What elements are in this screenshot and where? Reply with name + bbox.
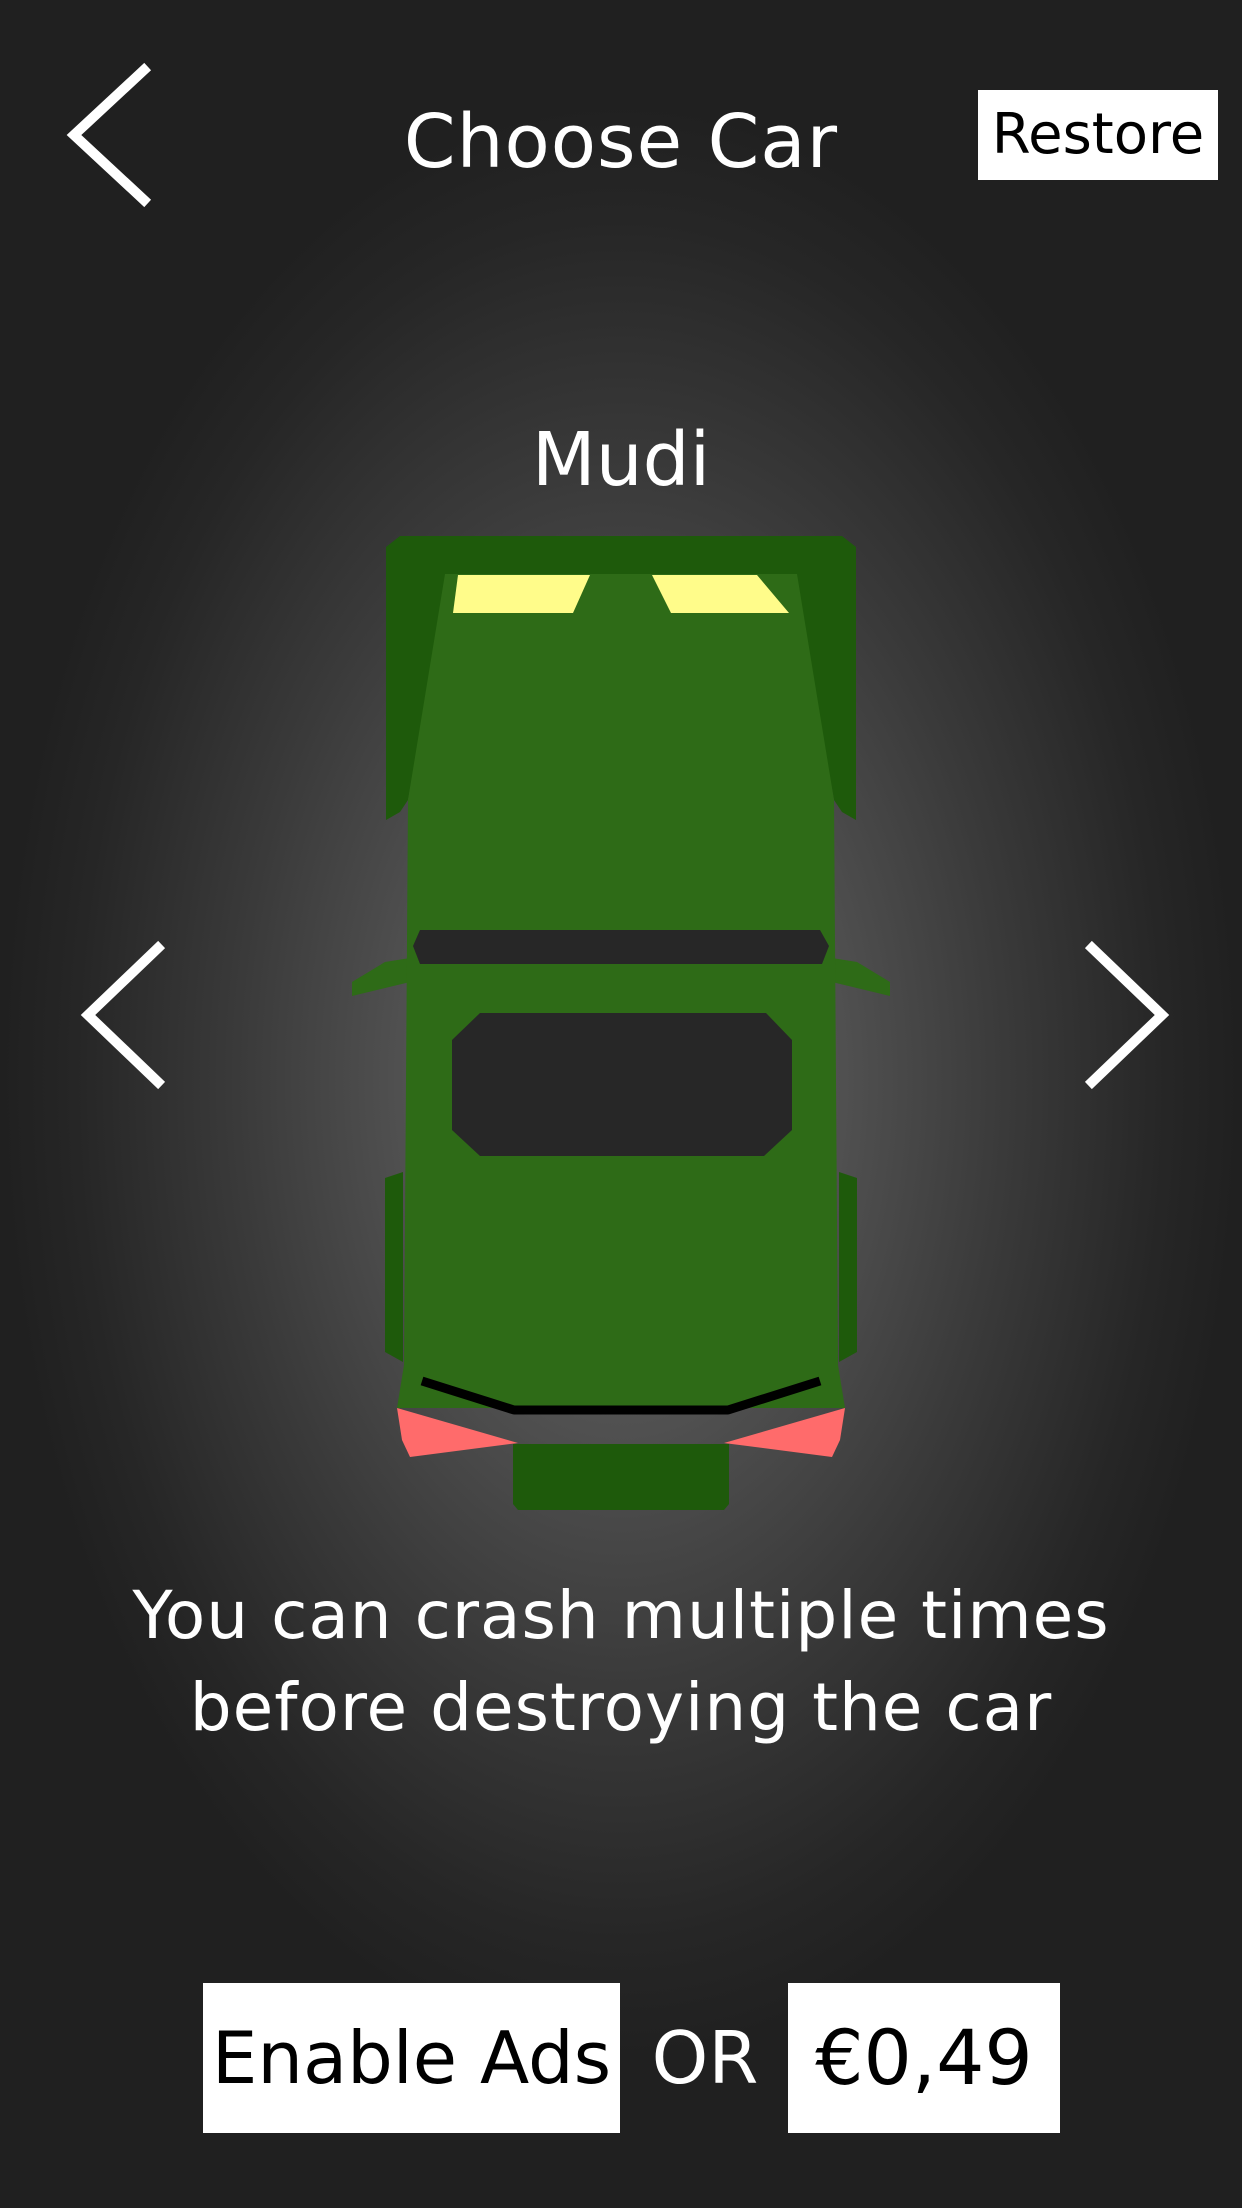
enable-ads-button[interactable]: Enable Ads <box>203 1983 620 2133</box>
car-front-bumper <box>400 536 842 575</box>
previous-car-button[interactable] <box>78 940 178 1090</box>
car-mirror-left <box>352 958 410 996</box>
car-rear-window <box>452 1013 792 1156</box>
or-label: OR <box>651 2016 759 2100</box>
car-mirror-right <box>832 958 890 996</box>
car-taillight-right <box>724 1408 845 1457</box>
car-windshield <box>413 930 829 964</box>
next-car-button[interactable] <box>1072 940 1172 1090</box>
car-description: You can crash multiple times before dest… <box>0 1570 1242 1754</box>
restore-button[interactable]: Restore <box>978 90 1218 180</box>
car-description-line-1: You can crash multiple times <box>132 1577 1110 1654</box>
car-rear-panel-left <box>385 1172 403 1362</box>
car-rear-panel-right <box>839 1172 857 1362</box>
car-illustration <box>352 536 890 1510</box>
car-rear-bumper <box>513 1444 729 1510</box>
chevron-left-icon <box>80 940 166 1090</box>
chevron-right-icon <box>1084 940 1170 1090</box>
car-description-line-2: before destroying the car <box>189 1669 1053 1746</box>
car-taillight-left <box>397 1408 518 1457</box>
car-headlight-left <box>453 575 590 613</box>
car-body <box>397 574 845 1408</box>
car-name: Mudi <box>531 417 711 503</box>
buy-price-button[interactable]: €0,49 <box>788 1983 1060 2133</box>
